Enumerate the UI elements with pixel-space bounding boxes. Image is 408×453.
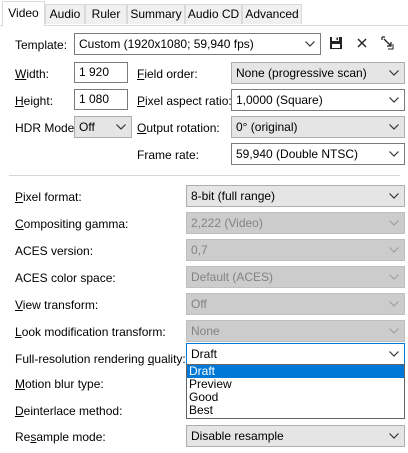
pixel-format-value: 8-bit (full range) [191, 189, 276, 203]
full-res-quality-value: Draft [191, 347, 218, 361]
frame-rate-select[interactable]: 59,940 (Double NTSC) [231, 143, 405, 165]
frame-rate-value: 59,940 (Double NTSC) [236, 147, 359, 161]
pixel-format-label: Pixel format: [15, 190, 82, 204]
chevron-down-icon [116, 117, 126, 137]
tab-audio-cd[interactable]: Audio CD [185, 4, 242, 24]
tab-label: Ruler [91, 7, 121, 21]
look-modification-transform-label: Look modification transform: [15, 325, 166, 339]
width-label: Width: [15, 67, 50, 81]
chevron-down-icon [389, 344, 399, 364]
pixel-aspect-ratio-select[interactable]: 1,0000 (Square) [231, 89, 405, 111]
pixel-aspect-ratio-value: 1,0000 (Square) [236, 93, 323, 107]
chevron-down-icon [389, 117, 399, 137]
quality-option-good[interactable]: Good [187, 391, 404, 404]
compositing-gamma-value: 2,222 (Video) [191, 216, 263, 230]
aces-version-select[interactable]: 0,7 [186, 239, 405, 261]
view-transform-label: View transform: [15, 298, 99, 312]
delete-icon[interactable] [353, 34, 371, 52]
template-label: Template: [15, 38, 68, 52]
tab-label: Summary [130, 7, 182, 21]
output-rotation-value: 0° (original) [236, 120, 298, 134]
resample-mode-label: Resample mode: [15, 430, 106, 444]
resample-mode-value: Disable resample [191, 429, 284, 443]
hdr-mode-select[interactable]: Off [74, 116, 132, 138]
chevron-down-icon [389, 240, 399, 260]
frame-rate-label: Frame rate: [137, 148, 200, 162]
chevron-down-icon [389, 267, 399, 287]
template-select[interactable]: Custom (1920x1080; 59,940 fps) [74, 33, 321, 55]
look-modification-transform-value: None [191, 324, 220, 338]
full-res-quality-label: Full-resolution rendering quality: [15, 352, 186, 366]
hdr-mode-value: Off [79, 120, 95, 134]
quality-option-preview[interactable]: Preview [187, 378, 404, 391]
tab-advanced[interactable]: Advanced [242, 4, 302, 24]
output-rotation-label: Output rotation: [137, 121, 220, 135]
motion-blur-type-label: Motion blur type: [15, 377, 104, 391]
deinterlace-method-label: Deinterlace method: [15, 404, 123, 418]
template-value: Custom (1920x1080; 59,940 fps) [79, 37, 254, 51]
height-label: Height: [15, 94, 54, 108]
chevron-down-icon [389, 63, 399, 83]
resample-mode-select[interactable]: Disable resample [186, 425, 405, 447]
quality-option-best[interactable]: Best [187, 404, 404, 417]
pixel-aspect-ratio-label: Pixel aspect ratio: [137, 94, 232, 108]
field-order-select[interactable]: None (progressive scan) [231, 62, 405, 84]
tab-video[interactable]: Video [2, 1, 45, 26]
save-icon[interactable] [327, 34, 345, 52]
tab-label: Video [8, 6, 39, 20]
height-field[interactable]: 1 080 [74, 89, 128, 110]
tab-summary[interactable]: Summary [127, 4, 185, 24]
quality-dropdown-list: Draft Preview Good Best [186, 364, 405, 419]
chevron-down-icon [389, 213, 399, 233]
compositing-gamma-select[interactable]: 2,222 (Video) [186, 212, 405, 234]
look-modification-transform-select[interactable]: None [186, 320, 405, 342]
match-media-icon[interactable] [379, 34, 397, 52]
chevron-down-icon [389, 186, 399, 206]
aces-version-value: 0,7 [191, 243, 208, 257]
chevron-down-icon [389, 294, 399, 314]
aces-color-space-value: Default (ACES) [191, 270, 274, 284]
full-res-quality-select[interactable]: Draft [186, 343, 405, 365]
pixel-format-select[interactable]: 8-bit (full range) [186, 185, 405, 207]
tab-label: Audio [49, 7, 81, 21]
aces-color-space-label: ACES color space: [15, 271, 116, 285]
compositing-gamma-label: Compositing gamma: [15, 217, 129, 231]
field-order-value: None (progressive scan) [236, 66, 367, 80]
tab-label: Audio CD [187, 7, 240, 21]
view-transform-value: Off [191, 297, 207, 311]
chevron-down-icon [389, 144, 399, 164]
width-field[interactable]: 1 920 [74, 62, 128, 83]
tab-label: Advanced [245, 7, 299, 21]
hdr-mode-label: HDR Mode: [15, 121, 78, 135]
chevron-down-icon [389, 426, 399, 446]
chevron-down-icon [389, 321, 399, 341]
chevron-down-icon [389, 90, 399, 110]
field-order-label: Field order: [137, 67, 198, 81]
aces-color-space-select[interactable]: Default (ACES) [186, 266, 405, 288]
separator [9, 175, 400, 176]
output-rotation-select[interactable]: 0° (original) [231, 116, 405, 138]
tab-ruler[interactable]: Ruler [85, 4, 127, 24]
view-transform-select[interactable]: Off [186, 293, 405, 315]
aces-version-label: ACES version: [15, 244, 94, 258]
tab-strip: Video Audio Ruler Summary Audio CD Advan… [0, 0, 408, 26]
chevron-down-icon [305, 34, 315, 54]
tab-audio[interactable]: Audio [45, 4, 85, 24]
